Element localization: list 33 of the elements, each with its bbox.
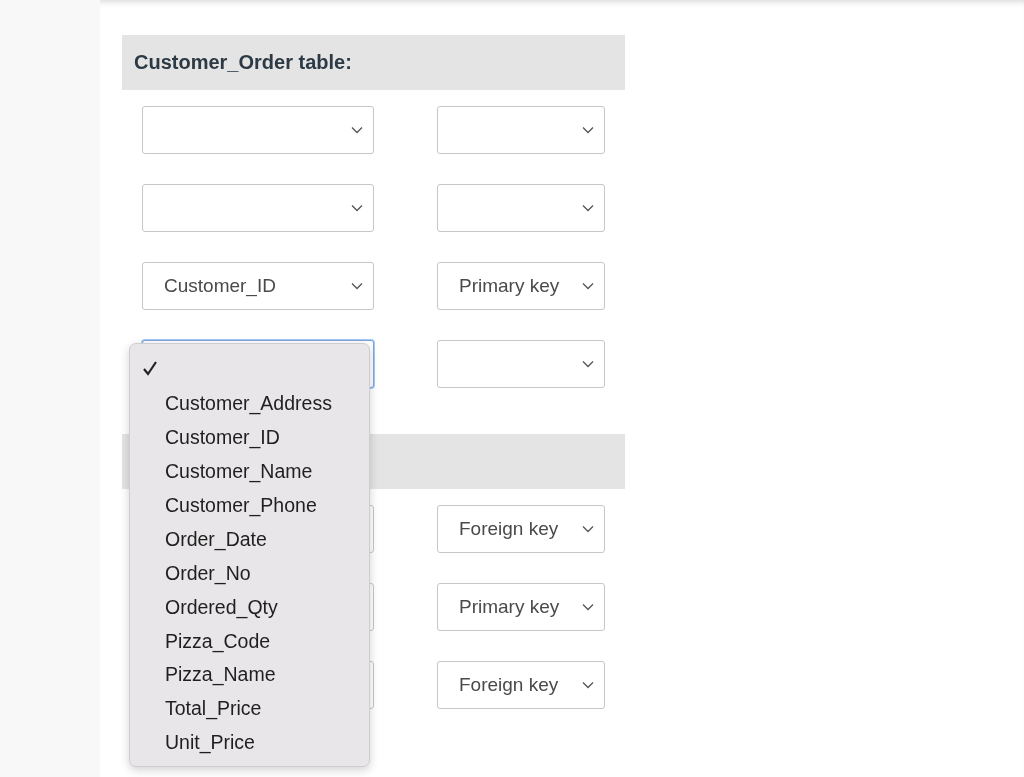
dropdown-option[interactable]: Unit_Price [130, 725, 369, 760]
dropdown-option[interactable]: Ordered_Qty [130, 590, 369, 625]
column-select[interactable]: Customer_ID [142, 262, 374, 310]
dropdown-option[interactable]: Pizza_Code [130, 624, 369, 658]
section-title: Customer_Order table: [134, 51, 352, 74]
key-select[interactable]: Foreign key [437, 505, 605, 553]
dropdown-option[interactable]: Customer_ID [130, 420, 369, 455]
key-select[interactable]: Primary key [437, 262, 605, 310]
column-select[interactable] [142, 184, 374, 232]
chevron-down-icon [351, 126, 363, 134]
chevron-down-icon [582, 360, 594, 368]
dropdown-option[interactable]: Total_Price [130, 691, 369, 726]
chevron-down-icon [582, 681, 594, 689]
chevron-down-icon [351, 282, 363, 290]
dropdown-option[interactable]: Customer_Name [130, 454, 369, 489]
dropdown-option[interactable]: Customer_Phone [130, 488, 369, 523]
key-select[interactable] [437, 184, 605, 232]
chevron-down-icon [582, 126, 594, 134]
dropdown-option[interactable]: Order_Date [130, 522, 369, 557]
checkmark-icon [142, 361, 158, 376]
chevron-down-icon [582, 603, 594, 611]
chevron-down-icon [582, 204, 594, 212]
dropdown-option[interactable]: Order_No [130, 556, 369, 591]
key-select[interactable]: Foreign key [437, 661, 605, 709]
key-select[interactable]: Primary key [437, 583, 605, 631]
chevron-down-icon [582, 282, 594, 290]
chevron-down-icon [351, 204, 363, 212]
column-select[interactable] [142, 106, 374, 154]
dropdown-option[interactable]: Customer_Address [130, 386, 369, 421]
chevron-down-icon [582, 525, 594, 533]
dropdown-option[interactable]: Pizza_Name [130, 658, 369, 692]
key-select[interactable] [437, 106, 605, 154]
key-select[interactable] [437, 340, 605, 388]
